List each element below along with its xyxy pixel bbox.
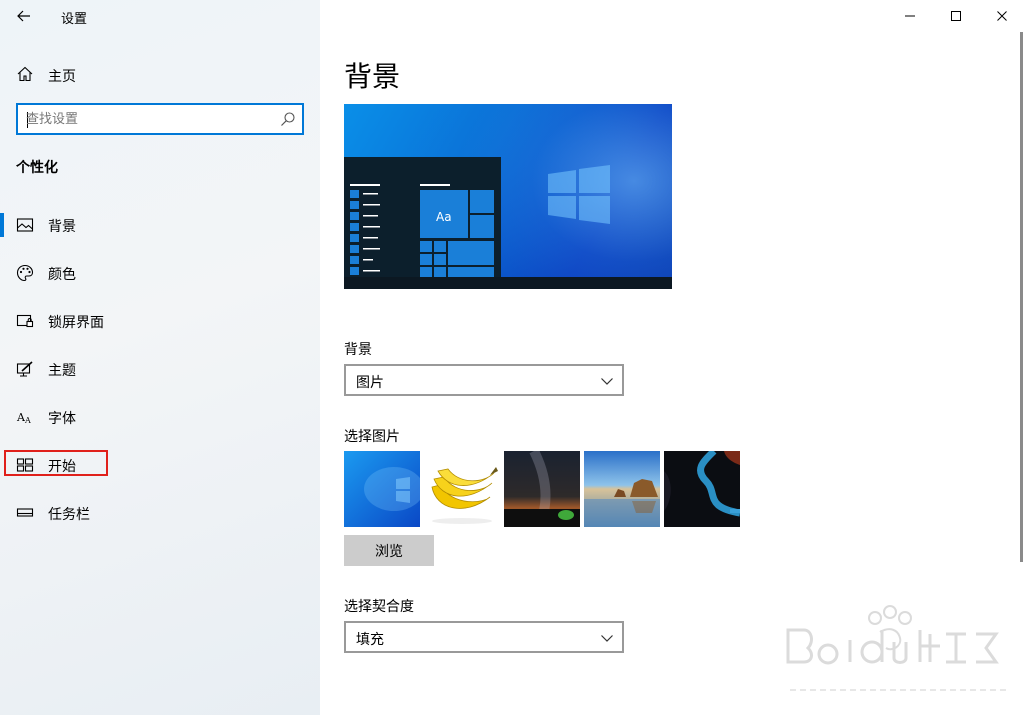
sidebar-item-label: 背景 (48, 219, 76, 235)
sidebar-item-label: 字体 (48, 411, 76, 427)
fit-label: 选择契合度 (344, 599, 414, 615)
maximize-icon (951, 11, 961, 21)
font-icon: A A (16, 411, 31, 425)
sidebar-item-taskbar[interactable]: 任务栏 (0, 495, 320, 531)
start-menu-preview: Aa (344, 157, 501, 277)
theme-icon (16, 361, 33, 377)
maximize-button[interactable] (933, 0, 979, 32)
thumbnail-windows-blue[interactable] (344, 451, 420, 527)
back-button[interactable] (10, 4, 38, 28)
app-title: 设置 (61, 12, 88, 27)
sidebar-item-label: 锁屏界面 (48, 315, 104, 331)
home-icon (17, 66, 33, 82)
sidebar-item-background[interactable]: 背景 (0, 207, 320, 243)
lock-screen-icon (16, 314, 34, 328)
sidebar-item-fonts[interactable]: A A 字体 (0, 399, 320, 435)
chevron-down-icon (601, 378, 613, 385)
search-icon[interactable] (280, 111, 296, 127)
svg-text:A: A (24, 416, 31, 425)
minimize-button[interactable] (887, 0, 933, 32)
thumbnail-beach-rocks[interactable] (584, 451, 660, 527)
page-title: 背景 (344, 60, 401, 93)
background-dropdown[interactable]: 图片 (344, 364, 624, 396)
sidebar: 设置 主页 个性化 背景 颜色 (0, 0, 320, 715)
back-arrow-icon (17, 10, 30, 22)
windows-logo (548, 165, 610, 224)
sidebar-item-home[interactable]: 主页 (0, 56, 320, 92)
titlebar: 设置 (0, 0, 320, 32)
palette-icon (16, 264, 34, 282)
close-button[interactable] (979, 0, 1025, 32)
sidebar-item-label: 颜色 (48, 267, 76, 283)
highlight-annotation (4, 450, 108, 476)
baidu-watermark-logo (786, 605, 1010, 691)
taskbar-icon (16, 508, 34, 517)
sidebar-item-lock-screen[interactable]: 锁屏界面 (0, 303, 320, 339)
minimize-icon (905, 15, 915, 17)
sidebar-item-label: 主页 (48, 69, 76, 85)
preview-tile-text: Aa (436, 210, 452, 224)
sidebar-item-themes[interactable]: 主题 (0, 351, 320, 387)
preview-taskbar (344, 277, 672, 289)
picture-thumbnails (344, 451, 744, 527)
sidebar-item-label: 任务栏 (48, 507, 90, 523)
browse-button[interactable]: 浏览 (344, 535, 434, 566)
sidebar-item-label: 主题 (48, 363, 76, 379)
fit-dropdown-value: 填充 (356, 632, 384, 648)
picture-icon (16, 218, 34, 232)
section-title: 个性化 (16, 160, 58, 176)
active-indicator (0, 213, 4, 237)
choose-picture-label: 选择图片 (344, 429, 400, 445)
fit-dropdown[interactable]: 填充 (344, 621, 624, 653)
thumbnail-bananas[interactable] (424, 451, 500, 527)
search-box[interactable] (16, 103, 304, 135)
background-dropdown-value: 图片 (356, 375, 384, 391)
sidebar-item-colors[interactable]: 颜色 (0, 255, 320, 291)
scrollbar[interactable] (1020, 32, 1023, 562)
close-icon (997, 11, 1007, 21)
background-label: 背景 (344, 342, 372, 358)
search-input[interactable] (26, 110, 276, 128)
desktop-preview: Aa (344, 104, 672, 289)
thumbnail-night-sky[interactable] (504, 451, 580, 527)
thumbnail-river-canyon[interactable] (664, 451, 740, 527)
chevron-down-icon (601, 635, 613, 642)
